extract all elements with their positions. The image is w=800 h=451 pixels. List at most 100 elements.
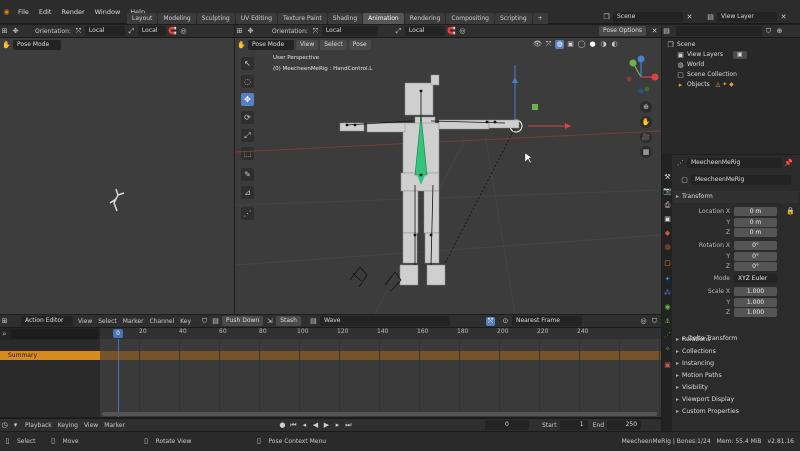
world-tab-icon[interactable]: ◍ [663,243,672,252]
location-x-field[interactable]: 0 m [734,207,777,216]
tab-shading[interactable]: Shading [327,13,363,24]
ae-marker-menu[interactable]: Marker [120,318,147,325]
tab-sculpting[interactable]: Sculpting [196,13,235,24]
frame-ruler[interactable]: 20 40 60 80 100 120 140 160 180 200 220 … [100,328,661,339]
action-selector[interactable]: Wave [319,316,450,326]
lock-icon[interactable]: 🔒 [786,207,795,216]
transform-panel-header[interactable]: Transform [674,191,798,203]
pivot-dropdown[interactable]: Local [137,26,166,36]
menu-window[interactable]: Window [90,8,126,16]
start-frame-field[interactable]: 1 [559,420,588,430]
tab-rendering[interactable]: Rendering [404,13,446,24]
playhead-label[interactable]: 0 [113,329,123,338]
outliner-row-world[interactable]: ◍ World [666,60,798,70]
keying-menu[interactable]: Keying [55,422,81,429]
prev-key-icon[interactable]: ◂ [300,421,309,430]
constraint-tab-icon[interactable]: ⚓ [663,317,672,326]
editor-type-icon[interactable]: ◷ [0,421,9,430]
scale-z-field[interactable]: 1.000 [734,308,777,317]
move-icon[interactable]: ✥ [11,27,20,36]
summary-channel[interactable]: Summary [0,351,100,360]
tl-view-menu[interactable]: View [81,422,101,429]
add-workspace-button[interactable]: + [532,13,548,24]
tab-texture-paint[interactable]: Texture Paint [278,13,327,24]
tab-compositing[interactable]: Compositing [446,13,494,24]
jump-end-icon[interactable]: ⏭ [344,421,353,430]
menu-edit[interactable]: Edit [34,8,57,16]
tab-modeling[interactable]: Modeling [158,13,196,24]
editor-type-icon[interactable]: ⊞ [0,27,9,36]
end-frame-field[interactable]: 250 [607,420,642,430]
push-down-button[interactable]: Push Down [222,316,264,326]
view-layer-tab-icon[interactable]: ▣ [663,215,672,224]
editor-type-icon[interactable]: ▤ [662,27,671,36]
scene-tab-icon[interactable]: ◆ [663,229,672,238]
menu-file[interactable]: File [13,8,34,16]
relations-panel[interactable]: Relations [674,334,798,346]
rotation-z-field[interactable]: 0° [734,262,777,271]
next-key-icon[interactable]: ▸ [333,421,342,430]
tl-marker-menu[interactable]: Marker [101,422,128,429]
tool-tab-icon[interactable]: ⚒ [663,173,672,182]
render-tab-icon[interactable]: 📷 [663,187,672,196]
output-tab-icon[interactable]: ⎙ [663,201,672,210]
menu-render[interactable]: Render [56,8,89,16]
dropdown-icon[interactable]: ▾ [11,421,20,430]
tab-layout[interactable]: Layout [127,13,158,24]
ae-channel-menu[interactable]: Channel [147,318,178,325]
instancing-panel[interactable]: Instancing [674,358,798,370]
motion-paths-panel[interactable]: Motion Paths [674,370,798,382]
proportional-icon[interactable]: ◎ [179,27,188,36]
ae-key-menu[interactable]: Key [177,318,194,325]
pin-icon[interactable]: 📌 [784,159,793,168]
scene-selector[interactable]: Scene [613,12,683,22]
horizontal-scrollbar[interactable] [102,412,657,416]
physics-tab-icon[interactable]: ◉ [663,303,672,312]
proportional-icon[interactable]: ◎ [639,317,648,326]
rotation-y-field[interactable]: 0° [734,252,777,261]
data-tab-icon[interactable]: ⋰ [663,331,672,340]
snap-dropdown[interactable]: Nearest Frame [511,316,582,326]
data-name-field[interactable]: MeecheenMeRig [691,175,791,185]
object-name-field[interactable]: MeecheenMeRig [687,158,782,168]
rotation-x-field[interactable]: 0° [734,241,777,250]
outliner-search-input[interactable] [676,26,762,36]
viewport-display-panel[interactable]: Viewport Display [674,394,798,406]
play-icon[interactable]: ▶ [322,421,331,430]
bone-tab-icon[interactable]: ✧ [663,345,672,354]
close-icon[interactable]: ✕ [779,13,788,22]
custom-properties-panel[interactable]: Custom Properties [674,406,798,418]
close-icon[interactable]: ✕ [685,13,694,22]
location-z-field[interactable]: 0 m [734,228,777,237]
tab-animation[interactable]: Animation [363,13,404,24]
view-layer-toggle-icon[interactable]: ▣ [733,51,747,59]
tab-scripting[interactable]: Scripting [494,13,532,24]
action-editor-mode-dropdown[interactable]: Action Editor [21,316,73,326]
orientation-dropdown[interactable]: Local [84,26,125,36]
visibility-panel[interactable]: Visibility [674,382,798,394]
main-3d-viewport[interactable]: ⊞ ✥ Orientation: ⤧ Local ⤢ Local 🧲 ◎ Pos… [235,25,661,314]
outliner-row-scene[interactable]: ❒ Scene [666,40,798,50]
left-mode-dropdown[interactable]: Pose Mode [13,40,61,50]
particles-tab-icon[interactable]: ⁂ [663,289,672,298]
view-layer-selector[interactable]: View Layer [717,12,777,22]
rotation-mode-dropdown[interactable]: XYZ Euler [734,274,777,283]
stash-button[interactable]: Stash [276,316,301,326]
ae-select-menu[interactable]: Select [95,318,120,325]
playback-menu[interactable]: Playback [22,422,55,429]
collections-panel[interactable]: Collections [674,346,798,358]
keyframe-region[interactable]: 20 40 60 80 100 120 140 160 180 200 220 … [100,328,661,417]
scale-y-field[interactable]: 1.000 [734,298,777,307]
material-tab-icon[interactable]: ▣ [663,361,672,370]
jump-start-icon[interactable]: ⏮ [289,421,298,430]
editor-type-icon[interactable]: ⊞ [0,317,9,326]
outliner-row-objects[interactable]: ▸ Objects ◬ ✦ ◆ [666,80,798,90]
record-icon[interactable]: ● [278,421,287,430]
scale-x-field[interactable]: 1.000 [734,287,777,296]
outliner-row-scene-collection[interactable]: ▢ Scene Collection [666,70,798,80]
filter-icon[interactable]: ⛉ [764,27,773,36]
add-collection-icon[interactable]: ⊕ [775,27,784,36]
tab-uv-editing[interactable]: UV Editing [235,13,278,24]
blender-logo-icon[interactable]: ◉ [2,8,11,17]
outliner-row-view-layers[interactable]: ▣ View Layers ▣ [666,50,798,60]
